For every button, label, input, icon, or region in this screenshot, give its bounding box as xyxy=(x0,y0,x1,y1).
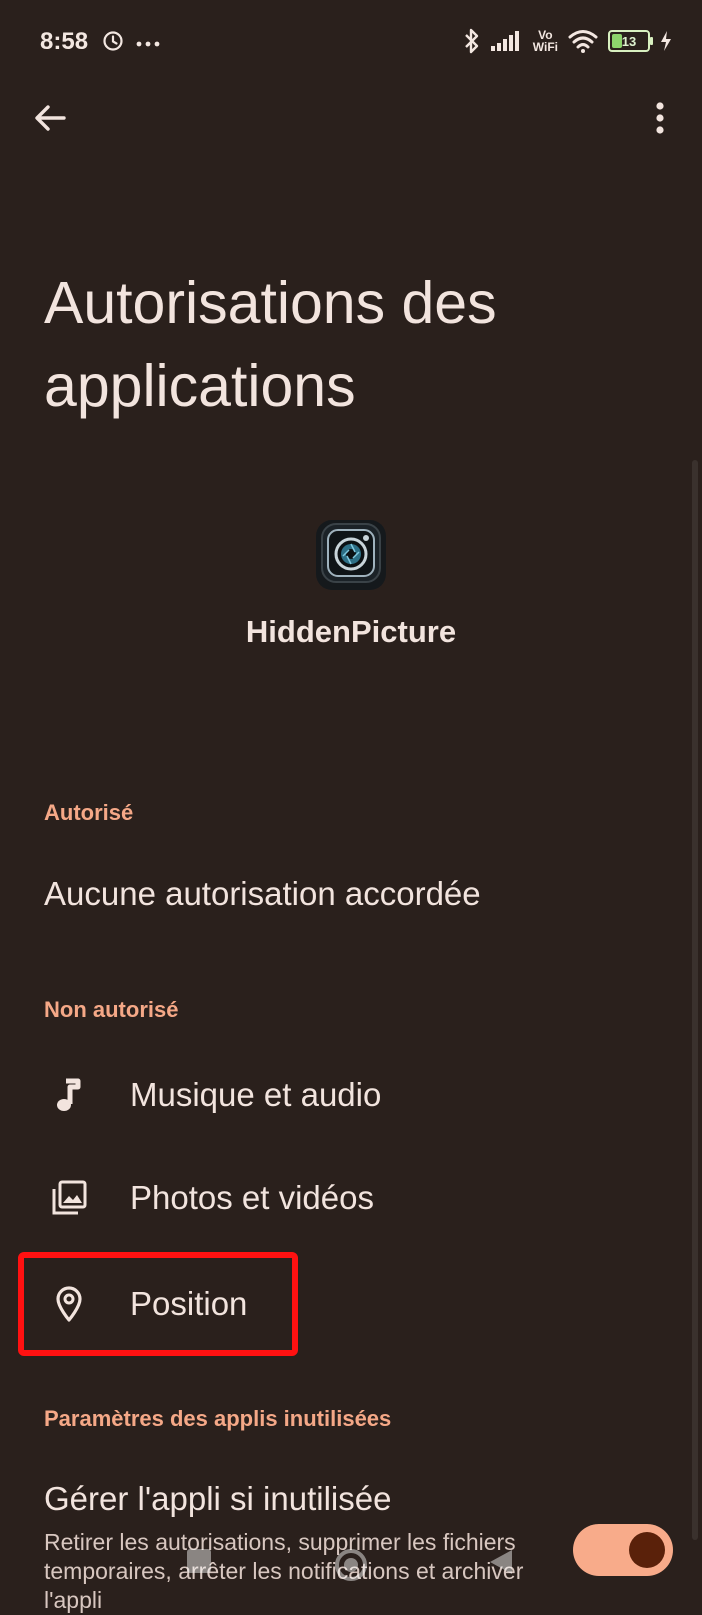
nav-back-button[interactable] xyxy=(488,1548,514,1581)
bluetooth-icon xyxy=(463,28,481,54)
permission-item-photos-videos[interactable]: Photos et vidéos xyxy=(0,1148,702,1248)
more-vert-icon xyxy=(652,102,668,140)
status-time: 8:58 xyxy=(40,28,89,55)
app-icon xyxy=(316,520,386,590)
wifi-icon xyxy=(568,29,598,53)
permission-label: Position xyxy=(130,1285,248,1322)
vowifi-indicator: Vo WiFi xyxy=(533,29,558,53)
toggle-knob xyxy=(629,1532,665,1568)
status-left-icons xyxy=(102,30,160,57)
vowifi-bottom: WiFi xyxy=(532,40,558,54)
permission-label: Photos et vidéos xyxy=(130,1179,374,1216)
home-button[interactable] xyxy=(334,1548,368,1587)
location-pin-icon xyxy=(46,1285,92,1323)
charging-icon xyxy=(660,31,672,51)
manage-unused-app-toggle[interactable] xyxy=(573,1524,673,1576)
page-title: Autorisations des applications xyxy=(44,270,497,419)
section-header-allowed: Autorisé xyxy=(44,800,134,825)
battery-level: 13 xyxy=(621,33,637,49)
photo-library-icon xyxy=(46,1180,92,1216)
signal-icon xyxy=(490,31,523,51)
status-right-icons: Vo WiFi 13 xyxy=(463,28,672,54)
back-button[interactable] xyxy=(30,98,70,138)
scrollbar[interactable] xyxy=(692,460,698,1540)
permission-label: Musique et audio xyxy=(130,1076,382,1113)
camera-lens-icon xyxy=(320,522,382,589)
manage-unused-app-description: Retirer les autorisations, supprimer les… xyxy=(44,1529,524,1613)
no-permissions-text: Aucune autorisation accordée xyxy=(44,875,481,912)
recents-button[interactable] xyxy=(186,1548,212,1579)
arrow-back-icon xyxy=(30,105,70,142)
more-notifications-icon xyxy=(136,35,160,53)
section-header-unused-apps: Paramètres des applis inutilisées xyxy=(44,1406,392,1431)
section-header-denied: Non autorisé xyxy=(44,997,179,1022)
permission-item-music-audio[interactable]: Musique et audio xyxy=(0,1045,702,1145)
permission-item-position[interactable]: Position xyxy=(0,1254,702,1354)
manage-unused-app-title[interactable]: Gérer l'appli si inutilisée xyxy=(44,1480,391,1518)
battery-icon: 13 xyxy=(608,30,653,52)
alarm-icon xyxy=(102,30,124,57)
music-note-icon xyxy=(46,1077,92,1113)
app-name: HiddenPicture xyxy=(245,614,457,649)
more-options-button[interactable] xyxy=(652,100,668,136)
